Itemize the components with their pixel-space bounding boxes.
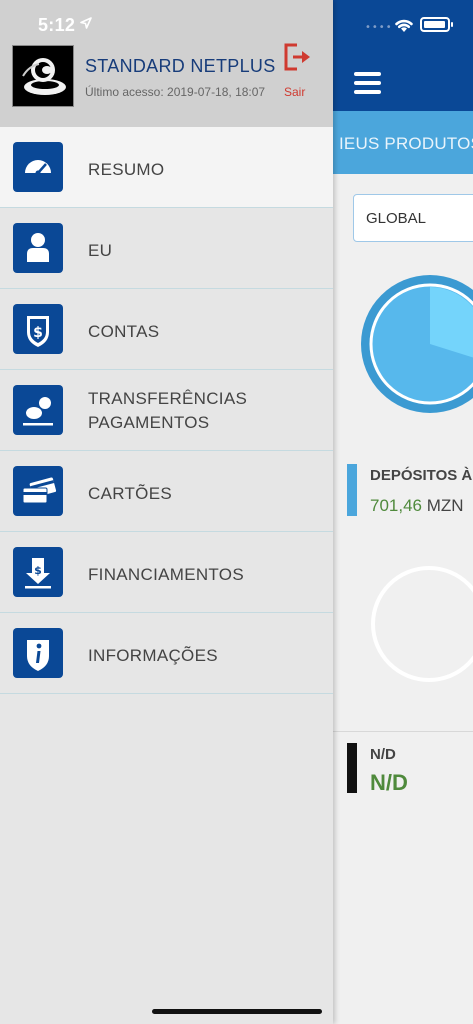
speedometer-icon <box>13 142 63 192</box>
nd-title: N/D <box>370 746 396 763</box>
status-bar-right: •••• <box>365 16 473 34</box>
logout-icon <box>284 43 310 71</box>
deposits-value: 701,46 MZN <box>370 496 464 516</box>
menu-label-line2: PAGAMENTOS <box>88 413 210 432</box>
nd-color-bar <box>347 743 357 793</box>
signal-icon: •••• <box>365 22 393 33</box>
navigation-drawer: 5:12 STANDARD NETPLUS Último acesso: 201… <box>0 0 333 1024</box>
menu-label-financiamentos: FINANCIAMENTOS <box>88 565 244 584</box>
avatar-logo-icon <box>22 58 66 95</box>
menu-label-line1: TRANSFERÊNCIAS <box>88 389 248 408</box>
app-header: •••• <box>333 0 473 111</box>
person-icon <box>13 223 63 273</box>
menu-label-contas: CONTAS <box>88 322 160 341</box>
svg-text:$: $ <box>33 325 43 341</box>
cards-icon <box>13 466 63 516</box>
filter-select[interactable]: GLOBAL <box>353 194 473 242</box>
menu-label-transferencias: TRANSFERÊNCIAS PAGAMENTOS <box>88 387 247 435</box>
products-tab-bar[interactable]: IEUS PRODUTOS <box>333 111 473 174</box>
home-indicator[interactable] <box>152 1009 322 1014</box>
battery-icon <box>420 17 450 32</box>
menu-label-cartoes: CARTÕES <box>88 484 172 503</box>
deposits-amount: 701,46 <box>370 496 422 515</box>
svg-text:$: $ <box>34 564 42 577</box>
financing-download-icon: $ <box>13 547 63 597</box>
last-access-text: Último acesso: 2019-07-18, 18:07 <box>85 85 266 99</box>
hamburger-menu-icon[interactable] <box>354 72 381 94</box>
deposits-color-bar <box>347 464 357 516</box>
tab-my-products[interactable]: IEUS PRODUTOS <box>339 134 473 154</box>
info-shield-icon <box>13 628 63 678</box>
menu-item-transferencias-pagamentos[interactable]: TRANSFERÊNCIAS PAGAMENTOS <box>0 370 333 451</box>
menu-item-eu[interactable]: EU <box>0 208 333 289</box>
menu-item-resumo[interactable]: RESUMO <box>0 127 333 208</box>
main-app-screen: •••• IEUS PRODUTOS GLOBAL DEPÓSITOS À 70… <box>333 0 473 1024</box>
products-donut-chart <box>361 275 473 413</box>
logout-label: Sair <box>284 85 306 99</box>
nd-value: N/D <box>370 770 408 795</box>
menu-label-eu: EU <box>88 241 113 260</box>
menu-label-resumo: RESUMO <box>88 160 165 179</box>
filter-select-value: GLOBAL <box>366 210 427 227</box>
drawer-header: 5:12 STANDARD NETPLUS Último acesso: 201… <box>0 0 333 127</box>
menu-item-contas[interactable]: $ CONTAS <box>0 289 333 370</box>
location-arrow-icon <box>80 17 92 29</box>
deposits-title: DEPÓSITOS À <box>370 467 473 484</box>
transfer-coins-icon <box>13 385 63 435</box>
empty-donut-chart <box>371 566 473 682</box>
battery-tip <box>451 22 453 27</box>
menu-label-informacoes: INFORMAÇÕES <box>88 646 218 665</box>
menu-item-cartoes[interactable]: CARTÕES <box>0 451 333 532</box>
drawer-menu: RESUMO EU $ CONTAS TRANSFERÊNCIAS PAGAME… <box>0 127 333 694</box>
dollar-shield-icon: $ <box>13 304 63 354</box>
menu-item-financiamentos[interactable]: $ FINANCIAMENTOS <box>0 532 333 613</box>
avatar[interactable] <box>12 45 74 107</box>
user-name: STANDARD NETPLUS <box>85 56 276 76</box>
deposits-currency: MZN <box>426 496 464 515</box>
section-divider <box>333 731 473 732</box>
logout-button[interactable]: Sair <box>277 40 313 100</box>
wifi-icon <box>395 19 413 32</box>
menu-item-informacoes[interactable]: INFORMAÇÕES <box>0 613 333 694</box>
status-time: 5:12 <box>38 15 76 35</box>
